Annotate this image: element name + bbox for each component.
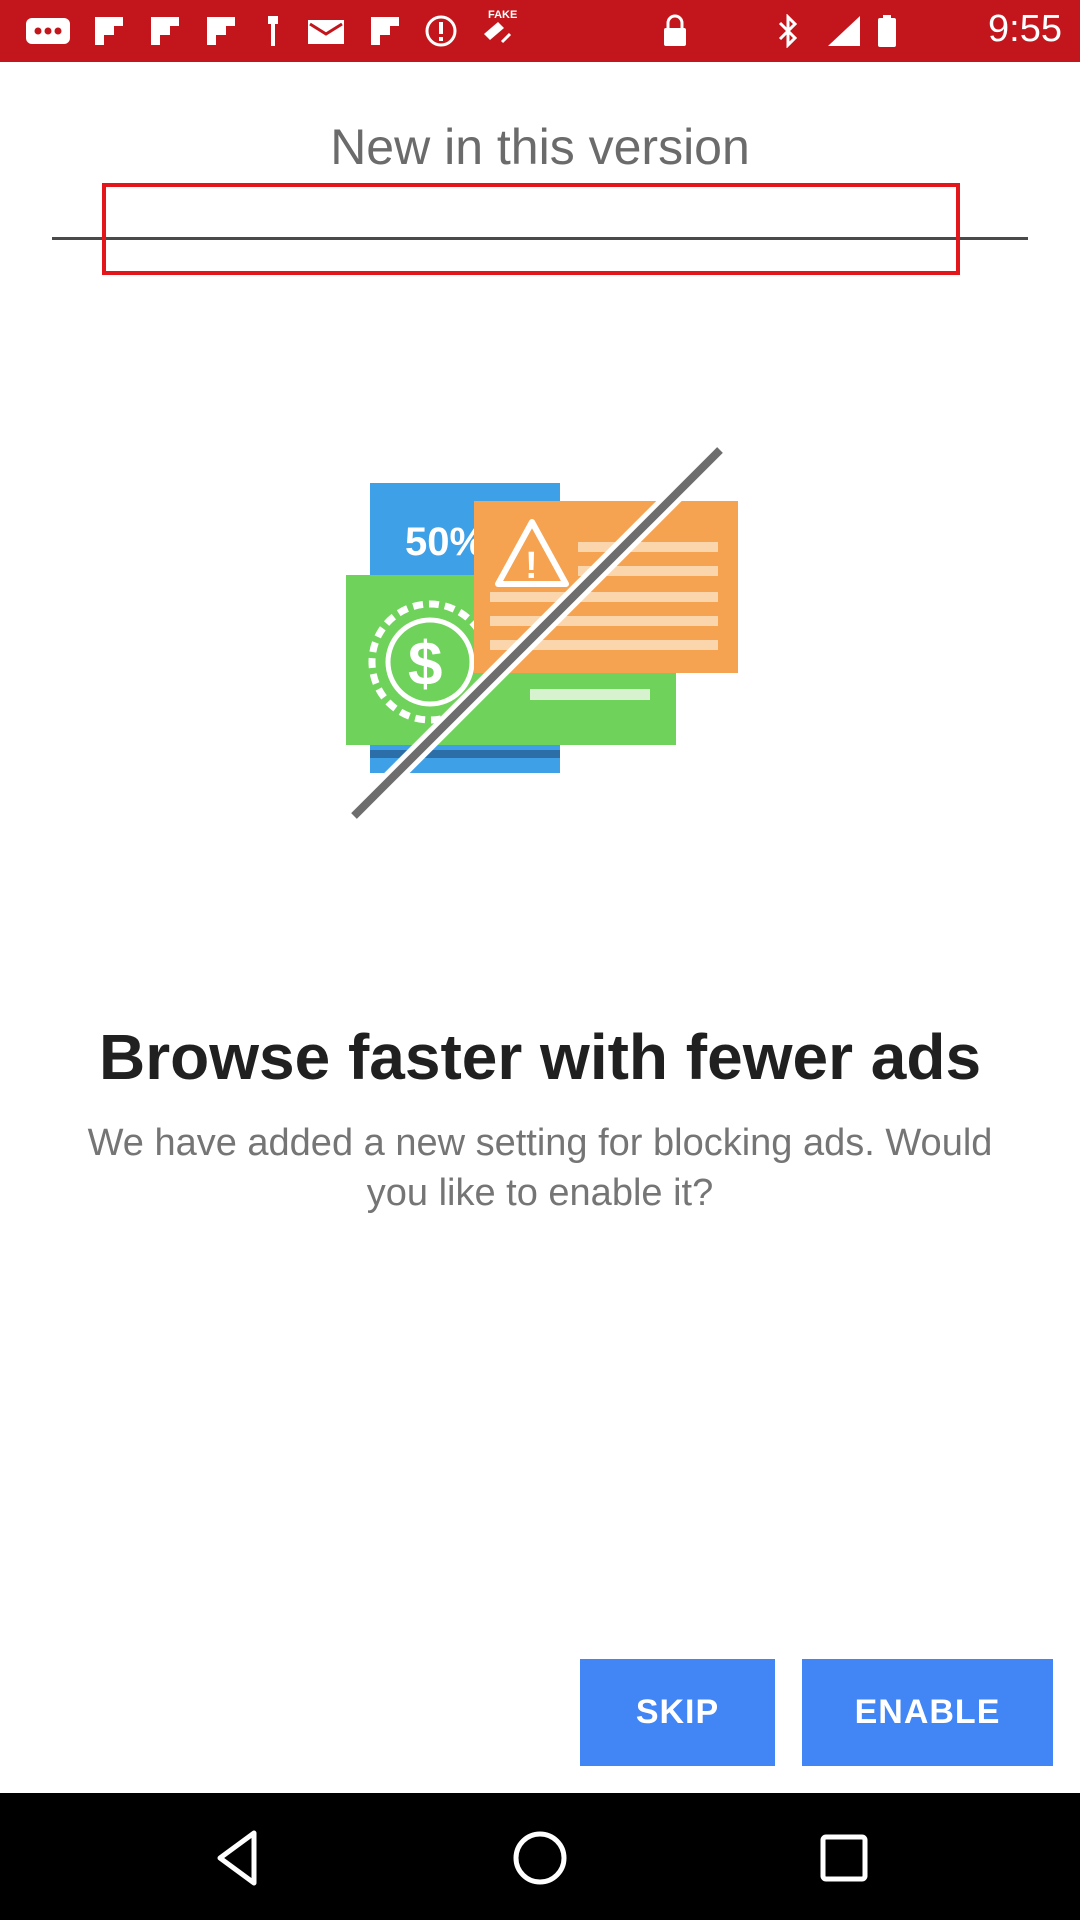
tuning-icon — [268, 16, 278, 46]
ad-blocking-illustration: 50% $ ! — [346, 440, 738, 819]
svg-text:$: $ — [408, 630, 442, 699]
recents-icon[interactable] — [809, 1823, 879, 1893]
back-icon[interactable] — [204, 1823, 274, 1893]
description: We have added a new setting for blocking… — [87, 1122, 993, 1214]
flipboard-icon — [371, 17, 399, 45]
page-title: New in this version — [330, 119, 750, 175]
home-icon[interactable] — [505, 1823, 575, 1893]
navigation-bar — [0, 1793, 1080, 1920]
flipboard-icon — [207, 17, 235, 45]
highlight-box — [102, 183, 960, 275]
svg-text:FAKE: FAKE — [488, 9, 517, 21]
svg-text:!: ! — [525, 545, 538, 587]
more-icon — [26, 18, 70, 44]
headline: Browse faster with fewer ads — [98, 1021, 982, 1093]
promo-text: 50% — [405, 520, 485, 564]
flipboard-icon — [95, 17, 123, 45]
skip-button[interactable]: SKIP — [580, 1659, 775, 1766]
alert-icon — [425, 15, 457, 47]
mail-icon — [308, 20, 344, 44]
lock-icon — [664, 14, 686, 46]
status-bar: FAKE 9:55 — [0, 0, 1080, 62]
bluetooth-icon — [778, 14, 798, 48]
battery-icon — [878, 15, 896, 47]
fake-gps-icon: FAKE — [484, 9, 517, 44]
signal-icon — [828, 16, 860, 46]
enable-button[interactable]: ENABLE — [802, 1659, 1053, 1766]
status-time: 9:55 — [988, 8, 1062, 50]
flipboard-icon — [151, 17, 179, 45]
